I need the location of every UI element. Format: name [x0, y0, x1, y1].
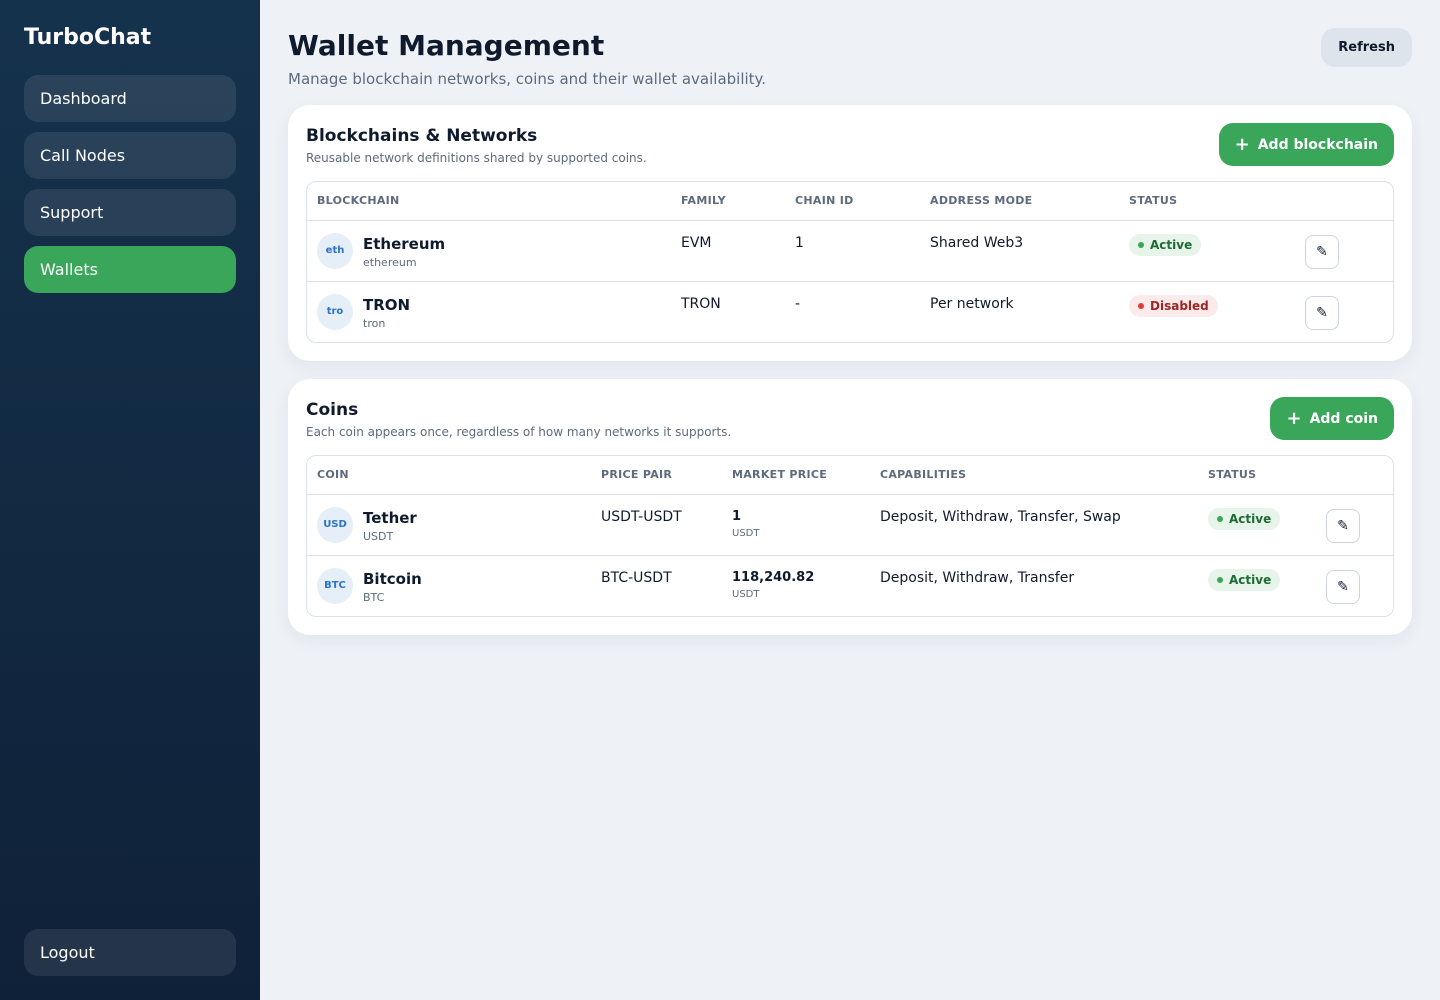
- main-content: Wallet Management Manage blockchain netw…: [260, 0, 1440, 1000]
- edit-button[interactable]: ✎: [1326, 508, 1360, 543]
- coins-card: Coins Each coin appears once, regardless…: [288, 379, 1412, 635]
- table-row: USD Tether USDT USDT-USDT 1 USDT Deposit…: [307, 494, 1393, 555]
- sidebar: TurboChat Dashboard Call Nodes Support W…: [0, 0, 260, 1000]
- table-header-row: BLOCKCHAIN FAMILY CHAIN ID ADDRESS MODE …: [307, 182, 1393, 221]
- add-blockchain-label: Add blockchain: [1257, 136, 1378, 153]
- edit-button[interactable]: ✎: [1305, 295, 1339, 330]
- coin-symbol: USDT: [363, 529, 394, 543]
- chain-id-value: -: [795, 295, 801, 312]
- status-dot-icon: [1138, 241, 1144, 248]
- logout-button[interactable]: Logout: [24, 929, 236, 976]
- price-pair-value: USDT-USDT: [601, 508, 682, 525]
- avatar: USD: [317, 506, 353, 543]
- status-badge: Disabled: [1129, 294, 1218, 317]
- add-coin-button[interactable]: + Add coin: [1270, 397, 1394, 440]
- coin-name: Tether: [363, 508, 417, 527]
- edit-button[interactable]: ✎: [1305, 234, 1339, 269]
- coins-subtitle: Each coin appears once, regardless of ho…: [306, 425, 732, 439]
- blockchain-slug: tron: [363, 316, 386, 330]
- column-header: ADDRESS MODE: [920, 182, 1119, 221]
- address-mode-value: Per network: [930, 295, 1014, 312]
- address-mode-value: Shared Web3: [930, 234, 1024, 251]
- status-badge: Active: [1208, 568, 1281, 591]
- pencil-icon: ✎: [1316, 243, 1328, 260]
- plus-icon: +: [1286, 407, 1302, 429]
- market-price-unit: USDT: [732, 588, 760, 600]
- coins-table: COIN PRICE PAIR MARKET PRICE CAPABILITIE…: [306, 455, 1394, 617]
- sidebar-item-call-nodes[interactable]: Call Nodes: [24, 132, 236, 179]
- status-dot-icon: [1217, 576, 1223, 583]
- blockchains-table: BLOCKCHAIN FAMILY CHAIN ID ADDRESS MODE …: [306, 181, 1394, 343]
- column-header: STATUS: [1198, 456, 1316, 495]
- page-subtitle: Manage blockchain networks, coins and th…: [288, 70, 767, 88]
- market-price-unit: USDT: [732, 527, 760, 539]
- column-header: CAPABILITIES: [870, 456, 1198, 495]
- coin-name: Bitcoin: [363, 569, 422, 588]
- column-header: PRICE PAIR: [591, 456, 722, 495]
- table-row: BTC Bitcoin BTC BTC-USDT 118,240.82 USDT: [307, 554, 1393, 616]
- sidebar-item-wallets[interactable]: Wallets: [24, 246, 236, 293]
- blockchain-name: TRON: [363, 295, 411, 314]
- chain-id-value: 1: [795, 234, 804, 251]
- status-badge: Active: [1129, 233, 1202, 256]
- family-value: TRON: [681, 295, 721, 312]
- column-header: MARKET PRICE: [722, 456, 870, 495]
- coins-title: Coins: [306, 400, 359, 420]
- blockchains-card: Blockchains & Networks Reusable network …: [288, 105, 1412, 361]
- blockchain-slug: ethereum: [363, 255, 417, 269]
- add-coin-label: Add coin: [1309, 410, 1378, 427]
- column-header: COIN: [307, 456, 591, 495]
- family-value: EVM: [681, 234, 712, 251]
- blockchain-name: Ethereum: [363, 234, 446, 253]
- refresh-button[interactable]: Refresh: [1321, 28, 1412, 67]
- sidebar-item-dashboard[interactable]: Dashboard: [24, 75, 236, 122]
- sidebar-item-support[interactable]: Support: [24, 189, 236, 236]
- avatar: eth: [317, 232, 353, 269]
- pencil-icon: ✎: [1337, 517, 1349, 534]
- status-dot-icon: [1217, 515, 1223, 522]
- price-pair-value: BTC-USDT: [601, 569, 672, 586]
- pencil-icon: ✎: [1337, 578, 1349, 595]
- avatar: BTC: [317, 567, 353, 604]
- status-badge: Active: [1208, 507, 1281, 530]
- blockchains-subtitle: Reusable network definitions shared by s…: [306, 151, 647, 165]
- avatar: tro: [317, 293, 353, 330]
- table-header-row: COIN PRICE PAIR MARKET PRICE CAPABILITIE…: [307, 456, 1393, 495]
- column-header: BLOCKCHAIN: [307, 182, 671, 221]
- page-header: Wallet Management Manage blockchain netw…: [288, 28, 1412, 105]
- edit-button[interactable]: ✎: [1326, 569, 1360, 604]
- table-row: tro TRON tron TRON - Per network Disable…: [307, 280, 1393, 342]
- pencil-icon: ✎: [1316, 304, 1328, 321]
- sidebar-nav: Dashboard Call Nodes Support Wallets: [24, 75, 236, 293]
- market-price-value: 1: [732, 508, 742, 524]
- coin-symbol: BTC: [363, 590, 385, 604]
- brand-logo: TurboChat: [24, 25, 152, 50]
- blockchains-title: Blockchains & Networks: [306, 126, 538, 146]
- column-header: FAMILY: [671, 182, 785, 221]
- column-header: STATUS: [1119, 182, 1295, 221]
- status-dot-icon: [1138, 302, 1144, 309]
- column-header: CHAIN ID: [785, 182, 920, 221]
- table-row: eth Ethereum ethereum EVM 1 Shared Web3: [307, 220, 1393, 281]
- plus-icon: +: [1234, 133, 1250, 155]
- page-title: Wallet Management: [288, 29, 605, 62]
- capabilities-value: Deposit, Withdraw, Transfer: [880, 569, 1075, 586]
- add-blockchain-button[interactable]: + Add blockchain: [1218, 123, 1394, 166]
- capabilities-value: Deposit, Withdraw, Transfer, Swap: [880, 508, 1121, 525]
- market-price-value: 118,240.82: [732, 569, 815, 585]
